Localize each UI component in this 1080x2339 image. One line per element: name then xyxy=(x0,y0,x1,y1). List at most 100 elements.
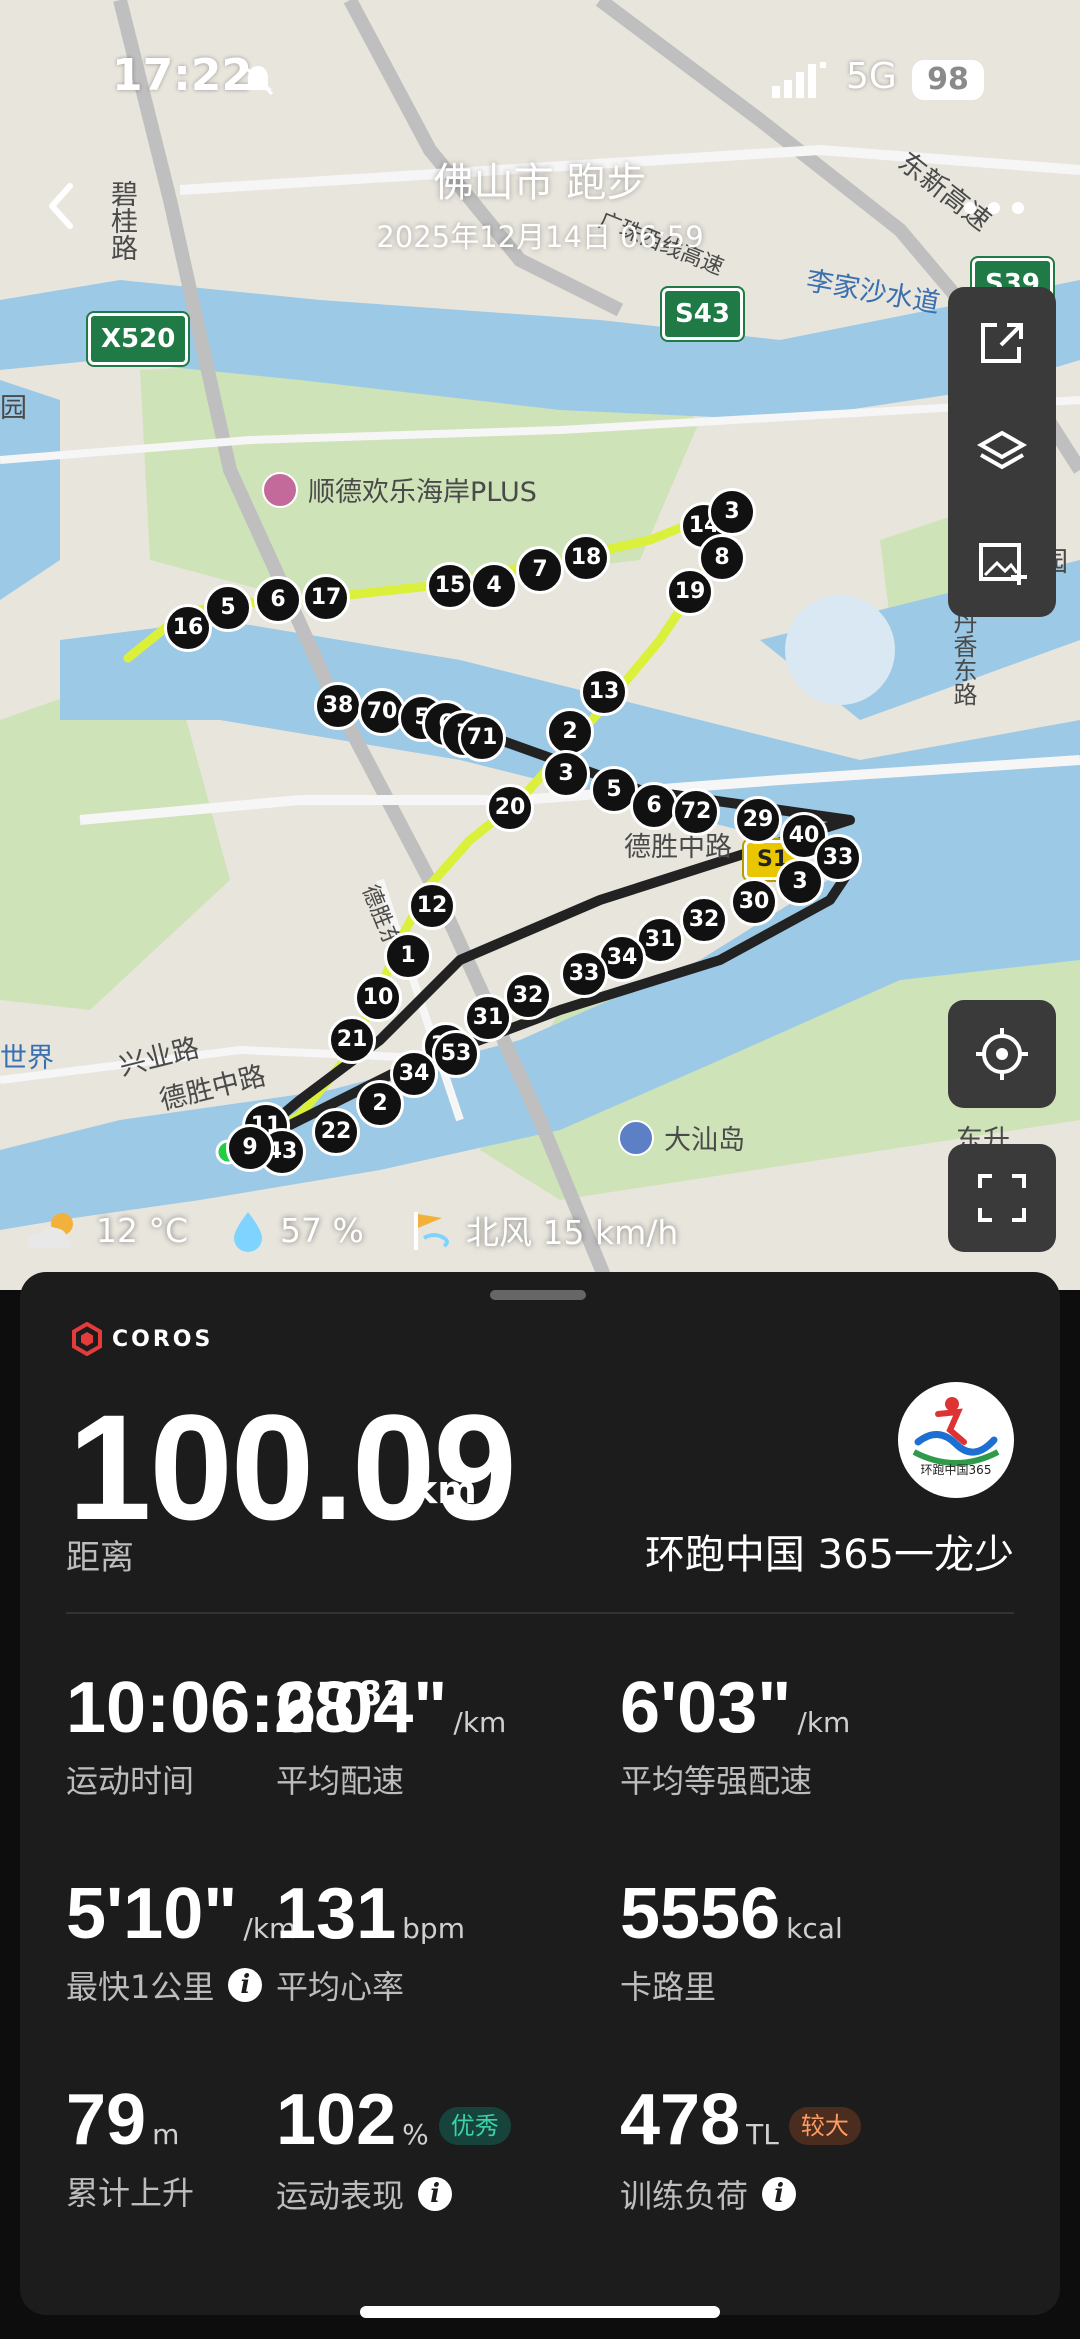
info-icon[interactable]: i xyxy=(228,1968,263,2002)
map-tool-panel xyxy=(948,287,1056,617)
km-marker[interactable]: 3 xyxy=(708,488,756,536)
distance-label: 距离 xyxy=(66,1538,134,1578)
km-marker[interactable]: 29 xyxy=(734,796,782,844)
map-label: 世界 xyxy=(0,1043,54,1074)
stat-performance: 102% 优秀 运动表现 i xyxy=(276,2084,511,2217)
km-marker[interactable]: 71 xyxy=(458,714,506,762)
fullscreen-button[interactable] xyxy=(948,1144,1056,1252)
stat-unit: kcal xyxy=(786,1912,843,1945)
stat-value: 478 xyxy=(620,2080,741,2160)
km-marker[interactable]: 32 xyxy=(680,896,728,944)
stat-value: 6'04" xyxy=(276,1668,448,1748)
team-name: 环跑中国 365一龙少 xyxy=(644,1532,1014,1578)
km-marker[interactable]: 21 xyxy=(328,1016,376,1064)
km-marker[interactable]: 3 xyxy=(776,858,824,906)
map-label: 大汕岛 xyxy=(664,1125,745,1156)
stat-avg-heart-rate: 131 bpm 平均心率 xyxy=(276,1878,465,2008)
map-view[interactable]: 碧桂路 东新高速 广珠西线高速 李家沙水道 顺德欢乐海岸PLUS 德胜中路 德胜… xyxy=(0,0,1080,1290)
stat-avg-grade-pace: 6'03"/km 平均等强配速 xyxy=(620,1672,850,1802)
more-button[interactable] xyxy=(958,196,1030,220)
status-badge: 优秀 xyxy=(438,2106,511,2145)
activity-summary-panel: COROS 100.09 km 距离 环跑中国365 环跑中国 365一龙少 1… xyxy=(20,1272,1060,2315)
brand-logo: COROS xyxy=(70,1322,213,1356)
stat-label: 平均等强配速 xyxy=(620,1762,813,1800)
stat-unit: TL xyxy=(746,2118,779,2151)
km-marker[interactable]: 34 xyxy=(390,1050,438,1098)
stat-label: 累计上升 xyxy=(66,2174,195,2212)
road-shield: S43 xyxy=(662,288,743,340)
km-marker[interactable]: 20 xyxy=(486,784,534,832)
share-icon xyxy=(981,323,1023,363)
landmark-icon xyxy=(262,472,298,508)
stat-value: 102 xyxy=(276,2080,397,2160)
stat-unit: /km xyxy=(453,1706,507,1739)
stat-value: 79 xyxy=(66,2080,147,2160)
landmark-icon xyxy=(618,1120,654,1156)
temperature-value: 12 °C xyxy=(96,1210,189,1250)
stat-label: 卡路里 xyxy=(620,1968,717,2006)
activity-datetime: 2025年12月14日 06:59 xyxy=(376,220,704,254)
km-marker[interactable]: 38 xyxy=(314,682,362,730)
more-dots-icon xyxy=(964,202,1024,214)
home-indicator[interactable] xyxy=(360,2306,720,2318)
km-marker[interactable]: 13 xyxy=(580,668,628,716)
water-drop-icon xyxy=(234,1212,262,1252)
stat-value: 131 xyxy=(276,1874,397,1954)
km-marker[interactable]: 10 xyxy=(354,974,402,1022)
map-label: 园 xyxy=(0,393,27,424)
km-marker[interactable]: 6 xyxy=(630,782,678,830)
brand-name: COROS xyxy=(112,1326,214,1352)
km-marker[interactable]: 18 xyxy=(562,534,610,582)
stat-avg-pace: 6'04"/km 平均配速 xyxy=(276,1672,506,1802)
info-icon[interactable]: i xyxy=(418,2176,453,2211)
team-emblem-icon: 环跑中国365 xyxy=(900,1384,1012,1496)
km-marker[interactable]: 17 xyxy=(302,574,350,622)
add-photo-button[interactable] xyxy=(948,507,1056,617)
road-shield: X520 xyxy=(88,313,189,365)
stat-label: 平均配速 xyxy=(276,1762,405,1800)
layers-icon xyxy=(976,430,1028,470)
svg-text:环跑中国365: 环跑中国365 xyxy=(921,1462,992,1477)
km-marker[interactable]: 19 xyxy=(666,568,714,616)
map-label: 德胜中路 xyxy=(624,832,732,863)
km-marker[interactable]: 12 xyxy=(408,882,456,930)
mute-icon xyxy=(240,62,276,98)
info-icon[interactable]: i xyxy=(762,2176,797,2211)
locate-button[interactable] xyxy=(948,1000,1056,1108)
stat-value: 5556 xyxy=(620,1874,781,1954)
share-button[interactable] xyxy=(948,287,1056,397)
page-title: 佛山市 跑步 xyxy=(433,160,647,206)
km-marker[interactable]: 33 xyxy=(560,950,608,998)
km-marker[interactable]: 9 xyxy=(226,1124,274,1172)
stat-label: 运动时间 xyxy=(66,1762,195,1800)
km-marker[interactable]: 1 xyxy=(384,932,432,980)
stat-ascent: 79 m 累计上升 xyxy=(66,2084,194,2214)
team-logo[interactable]: 环跑中国365 xyxy=(898,1382,1014,1498)
drag-handle[interactable] xyxy=(490,1290,586,1300)
km-marker[interactable]: 15 xyxy=(426,562,474,610)
km-marker[interactable]: 7 xyxy=(516,546,564,594)
km-marker[interactable]: 6 xyxy=(254,576,302,624)
network-type: 5G xyxy=(846,56,897,97)
weather-temperature: 12 °C xyxy=(24,1205,188,1255)
stat-label: 训练负荷 xyxy=(620,2176,749,2215)
km-marker[interactable]: 3 xyxy=(542,750,590,798)
status-badge: 较大 xyxy=(788,2106,861,2145)
km-marker[interactable]: 4 xyxy=(470,562,518,610)
divider xyxy=(66,1612,1014,1614)
layers-button[interactable] xyxy=(948,397,1056,507)
stat-unit: /km xyxy=(797,1706,851,1739)
km-marker[interactable]: 72 xyxy=(672,788,720,836)
battery-level: 98 xyxy=(912,60,984,100)
km-marker[interactable]: 22 xyxy=(312,1108,360,1156)
wind-value: 北风 15 km/h xyxy=(466,1213,679,1252)
stat-calories: 5556 kcal 卡路里 xyxy=(620,1878,843,2008)
map-label: 丹香东路 xyxy=(949,610,977,706)
km-marker[interactable]: 5 xyxy=(204,584,252,632)
km-marker[interactable]: 30 xyxy=(730,878,778,926)
km-marker[interactable]: 2 xyxy=(546,708,594,756)
coros-logo-icon xyxy=(72,1322,102,1356)
wind-flag-icon xyxy=(414,1212,449,1250)
km-marker[interactable]: 53 xyxy=(432,1030,480,1078)
stat-label: 平均心率 xyxy=(276,1968,405,2006)
